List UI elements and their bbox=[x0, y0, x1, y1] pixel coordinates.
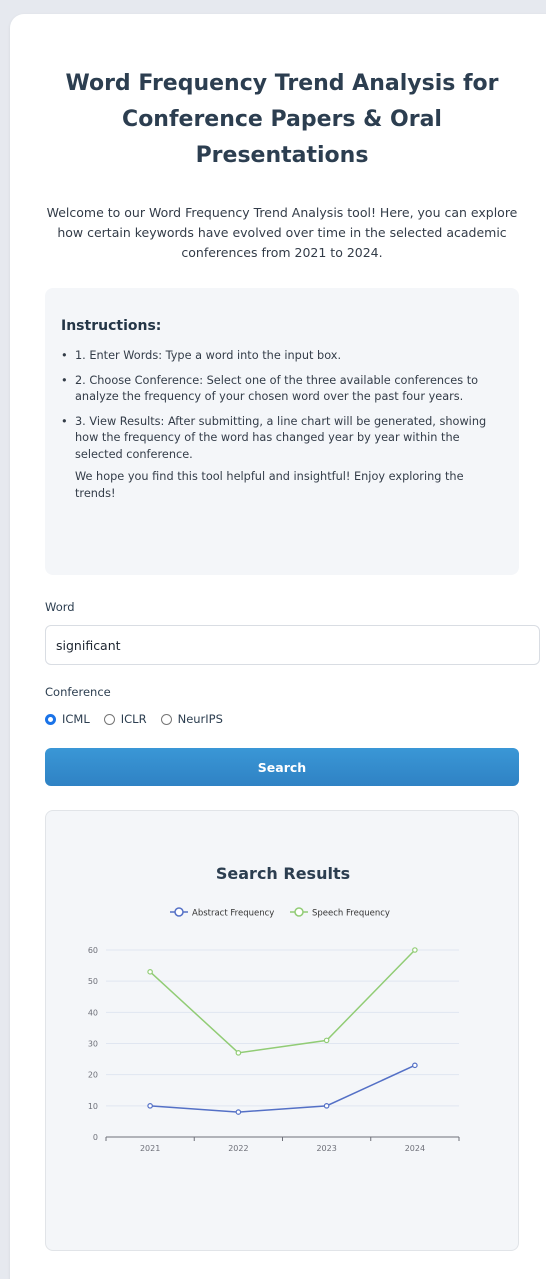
series-line bbox=[150, 1064, 416, 1113]
instructions-panel: Instructions: • 1. Enter Words: Type a wo… bbox=[45, 288, 519, 575]
line-chart: Search Results Abstract Frequency Speech F… bbox=[88, 864, 460, 1153]
data-point bbox=[412, 947, 418, 953]
radio-label-iclr: ICLR bbox=[120, 712, 147, 726]
conference-radio-group: ICML ICLR NeurIPS bbox=[45, 710, 237, 728]
instructions-list: • 1. Enter Words: Type a word into the in… bbox=[61, 348, 503, 463]
bullet-icon: • bbox=[61, 373, 68, 387]
radio-iclr[interactable]: ICLR bbox=[103, 712, 147, 726]
instruction-item: • 3. View Results: After submitting, a li… bbox=[61, 414, 503, 464]
radio-neurips[interactable]: NeurIPS bbox=[160, 712, 223, 726]
y-tick-label: 60 bbox=[88, 946, 98, 955]
instruction-item: • 2. Choose Conference: Select one of the… bbox=[61, 373, 503, 406]
x-tick-label: 2022 bbox=[228, 1144, 248, 1153]
y-tick-label: 30 bbox=[88, 1040, 98, 1049]
radio-label-icml: ICML bbox=[62, 712, 90, 726]
y-tick-label: 0 bbox=[93, 1133, 98, 1142]
word-input[interactable] bbox=[45, 625, 540, 665]
bullet-icon: • bbox=[61, 349, 68, 362]
legend-label: Abstract Frequency bbox=[192, 909, 274, 919]
radio-label-neurips: NeurIPS bbox=[177, 712, 223, 726]
legend-label: Speech Frequency bbox=[312, 909, 390, 919]
radio-unchecked-icon[interactable] bbox=[103, 713, 115, 725]
intro-text: Welcome to our Word Frequency Trend Anal… bbox=[46, 205, 518, 260]
y-tick-label: 40 bbox=[88, 1008, 98, 1017]
legend-marker bbox=[174, 907, 184, 917]
instruction-text: 3. View Results: After submitting, a lin… bbox=[75, 414, 487, 461]
data-point bbox=[323, 1037, 330, 1044]
x-tick-label: 2021 bbox=[140, 1144, 160, 1153]
series-line bbox=[149, 949, 416, 1054]
y-tick-label: 10 bbox=[88, 1102, 98, 1111]
instructions-heading: Instructions: bbox=[61, 318, 162, 334]
instructions-note: We hope you find this tool helpful and i… bbox=[75, 470, 464, 500]
data-point bbox=[147, 1103, 153, 1109]
y-tick-label: 20 bbox=[88, 1071, 98, 1080]
conference-label: Conference bbox=[45, 685, 111, 699]
radio-unchecked-icon[interactable] bbox=[160, 713, 172, 725]
x-tick-label: 2023 bbox=[316, 1144, 336, 1153]
word-label: Word bbox=[45, 600, 75, 614]
radio-icml[interactable]: ICML bbox=[45, 712, 90, 726]
page-title: Word Frequency Trend Analysis for Confer… bbox=[65, 71, 499, 168]
chart-title: Search Results bbox=[216, 864, 350, 883]
radio-checked-icon[interactable] bbox=[45, 713, 56, 725]
x-tick-label: 2024 bbox=[405, 1144, 425, 1153]
results-panel: Search Results Abstract Frequency Speech F… bbox=[45, 810, 519, 1251]
data-point bbox=[323, 1103, 330, 1109]
instruction-item: • 1. Enter Words: Type a word into the in… bbox=[61, 348, 503, 365]
instruction-text: 1. Enter Words: Type a word into the inp… bbox=[75, 349, 342, 362]
bullet-icon: • bbox=[61, 414, 68, 428]
search-button[interactable]: Search bbox=[45, 748, 519, 786]
legend-marker bbox=[294, 907, 304, 917]
data-point bbox=[147, 969, 153, 975]
y-tick-label: 50 bbox=[88, 977, 98, 986]
data-point bbox=[412, 1062, 418, 1069]
data-point bbox=[235, 1109, 242, 1115]
page: Word Frequency Trend Analysis for Confer… bbox=[0, 0, 546, 1279]
data-point bbox=[235, 1050, 242, 1056]
instruction-text: 2. Choose Conference: Select one of the … bbox=[75, 373, 479, 404]
